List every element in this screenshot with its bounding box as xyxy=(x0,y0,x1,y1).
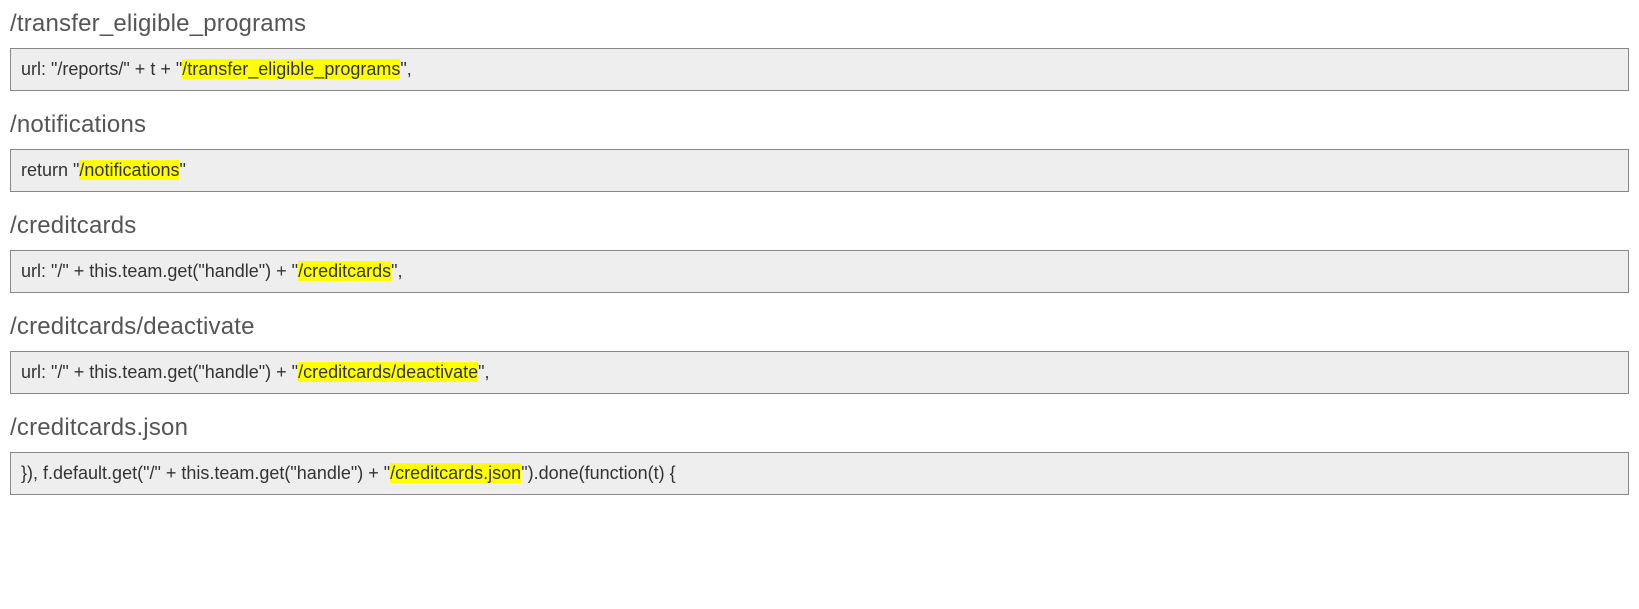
section-heading: /transfer_eligible_programs xyxy=(10,10,1629,38)
code-block: return "/notifications" xyxy=(10,149,1629,192)
section-creditcards-json: /creditcards.json }), f.default.get("/" … xyxy=(10,414,1629,495)
code-block: url: "/reports/" + t + "/transfer_eligib… xyxy=(10,48,1629,91)
code-block: url: "/" + this.team.get("handle") + "/c… xyxy=(10,250,1629,293)
code-text-post: ").done(function(t) { xyxy=(521,463,675,483)
code-text-post: ", xyxy=(400,59,411,79)
code-text-pre: url: "/reports/" + t + " xyxy=(21,59,182,79)
code-text-pre: return " xyxy=(21,160,79,180)
code-block: url: "/" + this.team.get("handle") + "/c… xyxy=(10,351,1629,394)
section-heading: /creditcards/deactivate xyxy=(10,313,1629,341)
section-heading: /creditcards xyxy=(10,212,1629,240)
code-text-highlighted: /creditcards/deactivate xyxy=(298,362,478,382)
section-heading: /notifications xyxy=(10,111,1629,139)
section-creditcards-deactivate: /creditcards/deactivate url: "/" + this.… xyxy=(10,313,1629,394)
code-text-post: ", xyxy=(391,261,402,281)
code-text-highlighted: /transfer_eligible_programs xyxy=(182,59,400,79)
code-text-post: " xyxy=(179,160,185,180)
section-heading: /creditcards.json xyxy=(10,414,1629,442)
section-creditcards: /creditcards url: "/" + this.team.get("h… xyxy=(10,212,1629,293)
code-text-post: ", xyxy=(478,362,489,382)
section-transfer-eligible-programs: /transfer_eligible_programs url: "/repor… xyxy=(10,10,1629,91)
section-notifications: /notifications return "/notifications" xyxy=(10,111,1629,192)
code-block: }), f.default.get("/" + this.team.get("h… xyxy=(10,452,1629,495)
code-text-highlighted: /creditcards.json xyxy=(390,463,521,483)
code-text-highlighted: /creditcards xyxy=(298,261,391,281)
code-text-pre: url: "/" + this.team.get("handle") + " xyxy=(21,362,298,382)
code-text-pre: url: "/" + this.team.get("handle") + " xyxy=(21,261,298,281)
code-text-pre: }), f.default.get("/" + this.team.get("h… xyxy=(21,463,390,483)
code-text-highlighted: /notifications xyxy=(79,160,179,180)
